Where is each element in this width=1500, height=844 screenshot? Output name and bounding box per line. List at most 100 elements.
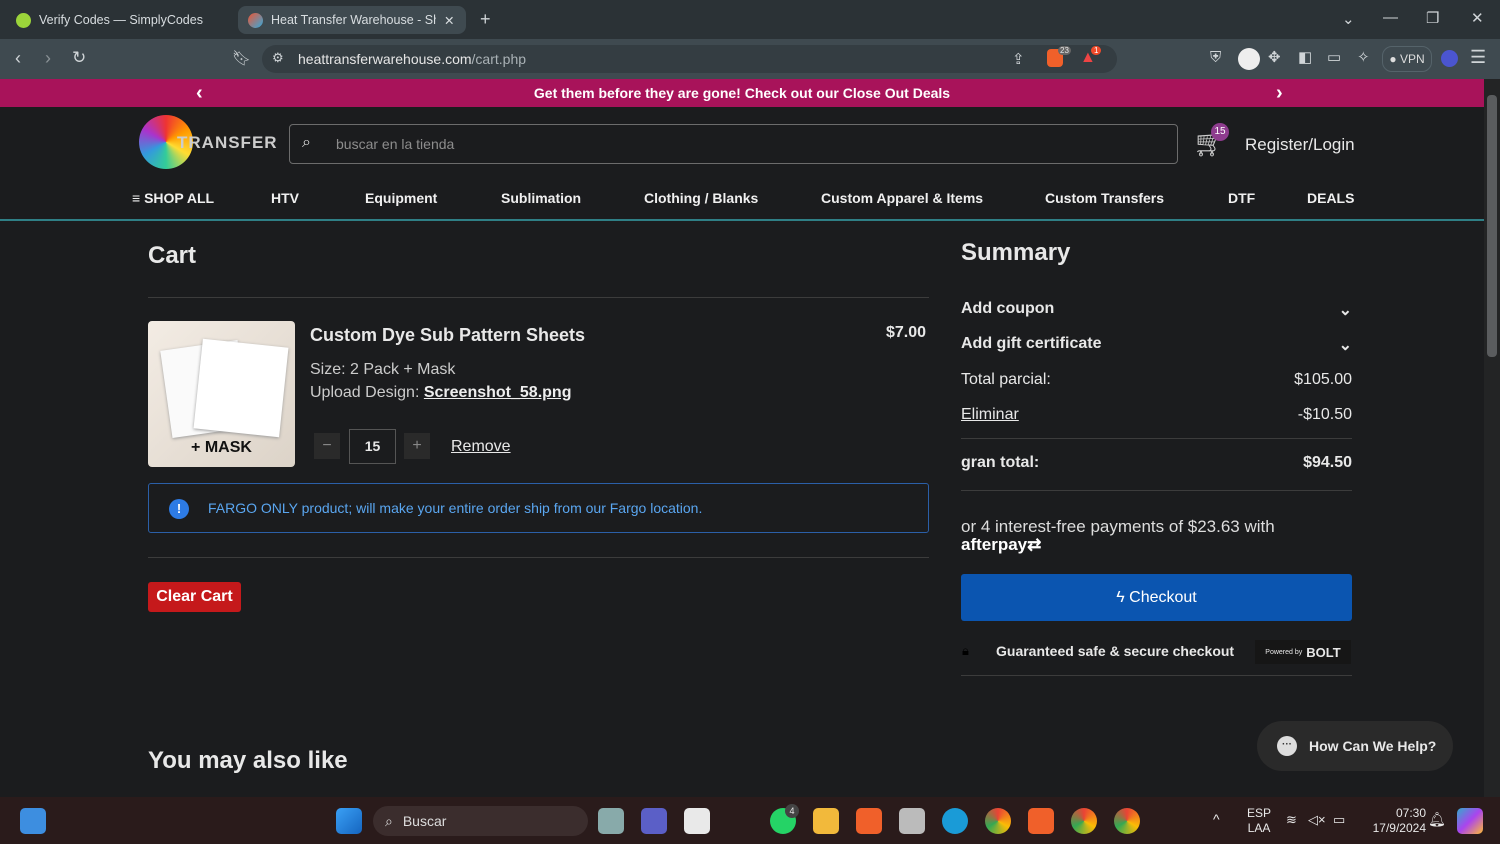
tab-search-chevron-icon[interactable]: ⌄ <box>1342 10 1355 28</box>
product-name[interactable]: Custom Dye Sub Pattern Sheets <box>310 325 585 346</box>
shield-extension-icon[interactable]: ⛨ <box>1210 49 1221 66</box>
chrome-profile-icon[interactable] <box>1071 808 1097 834</box>
info-icon: ! <box>169 499 189 519</box>
nav-shop-all[interactable]: ≡ SHOP ALL <box>132 190 214 206</box>
search-input[interactable]: ⌕ buscar en la tienda <box>289 124 1178 164</box>
mute-icon[interactable]: ◁× <box>1308 812 1326 828</box>
forward-icon[interactable]: › <box>45 48 51 69</box>
calculator-icon[interactable] <box>899 808 925 834</box>
extensions-icon[interactable]: ✥ <box>1268 48 1281 66</box>
tray-chevron-icon[interactable]: ^ <box>1213 811 1220 827</box>
divider <box>148 557 929 558</box>
lang-code: ESP <box>1247 806 1272 820</box>
minimize-icon[interactable]: — <box>1383 9 1398 26</box>
promo-next-icon[interactable]: › <box>1276 79 1283 107</box>
language-indicator[interactable]: ESP LAA <box>1247 806 1271 836</box>
register-login-link[interactable]: Register/Login <box>1245 135 1355 155</box>
total-value: $94.50 <box>1303 454 1352 471</box>
vpn-button[interactable]: ● VPN <box>1382 46 1432 72</box>
promo-banner[interactable]: ‹ Get them before they are gone! Check o… <box>0 79 1484 107</box>
afterpay-logo[interactable]: afterpay⇄ <box>961 535 1041 555</box>
remove-discount-link[interactable]: Eliminar <box>961 406 1019 424</box>
promo-prev-icon[interactable]: ‹ <box>196 79 203 107</box>
product-upload: Upload Design: Screenshot_58.png <box>310 384 571 402</box>
brave-active-icon[interactable] <box>1028 808 1054 834</box>
nav-dtf[interactable]: DTF <box>1228 190 1255 206</box>
clear-cart-button[interactable]: Clear Cart <box>148 582 241 612</box>
site-logo[interactable]: TRANSFER <box>139 115 277 171</box>
upload-label: Upload Design: <box>310 384 420 401</box>
add-coupon-toggle[interactable]: Add coupon ⌄ <box>961 300 1352 320</box>
chevron-down-icon: ⌄ <box>1338 302 1352 319</box>
widgets-icon[interactable] <box>20 808 46 834</box>
notification-bell-icon[interactable]: 🔔︎ <box>1428 811 1446 828</box>
chat-icon: ··· <box>1277 736 1297 756</box>
bolt-logo: BOLT <box>1306 644 1341 660</box>
vpn-label: VPN <box>1399 52 1425 66</box>
search-icon: ⌕ <box>385 812 393 829</box>
promo-text[interactable]: Get them before they are gone! Check out… <box>534 85 950 101</box>
wallet-globe-icon[interactable] <box>1441 50 1458 67</box>
scrollbar-thumb[interactable] <box>1487 95 1497 357</box>
remove-link[interactable]: Remove <box>451 438 511 456</box>
quantity-input[interactable]: 15 <box>349 429 396 464</box>
leo-ai-icon[interactable]: ✧ <box>1357 48 1370 66</box>
copilot-icon[interactable] <box>1457 808 1483 834</box>
profile-extension-icon[interactable] <box>1238 48 1260 70</box>
tab-label: Heat Transfer Warehouse - Sho <box>271 13 436 27</box>
reload-icon[interactable]: ↻ <box>72 48 86 68</box>
coupon-label: Add coupon <box>961 300 1055 317</box>
file-explorer-icon[interactable] <box>813 808 839 834</box>
task-view-icon[interactable] <box>598 808 624 834</box>
sidebar-icon[interactable]: ◧ <box>1298 48 1312 66</box>
chrome-icon[interactable] <box>985 808 1011 834</box>
clock[interactable]: 07:30 17/9/2024 <box>1362 806 1426 836</box>
site-favicon-icon <box>248 12 263 28</box>
upload-file-link[interactable]: Screenshot_58.png <box>424 384 572 401</box>
share-icon[interactable]: ⇪ <box>1012 50 1025 68</box>
new-tab-icon[interactable]: + <box>480 9 491 30</box>
wifi-icon[interactable]: ≋ <box>1286 812 1297 828</box>
nav-custom-apparel[interactable]: Custom Apparel & Items <box>821 190 983 206</box>
nav-custom-transfers[interactable]: Custom Transfers <box>1045 190 1164 206</box>
back-icon[interactable]: ‹ <box>15 48 21 69</box>
nav-equipment[interactable]: Equipment <box>365 190 437 206</box>
date: 17/9/2024 <box>1372 821 1426 835</box>
nav-clothing-blanks[interactable]: Clothing / Blanks <box>644 190 758 206</box>
address-bar[interactable]: ⚙ heattransferwarehouse.com/cart.php ⇪ 2… <box>262 45 1117 73</box>
nav-sublimation[interactable]: Sublimation <box>501 190 581 206</box>
battery-icon[interactable]: ▭ <box>1333 812 1345 828</box>
subtotal-row: Total parcial: $105.00 <box>961 371 1352 389</box>
tab-heat-transfer[interactable]: Heat Transfer Warehouse - Sho ✕ <box>238 6 466 34</box>
powered-by-bolt: Powered by BOLT <box>1255 640 1351 664</box>
checkout-button[interactable]: ϟ Checkout <box>961 574 1352 621</box>
chrome-profile2-icon[interactable] <box>1114 808 1140 834</box>
nav-deals[interactable]: DEALS <box>1307 190 1354 206</box>
total-label: gran total: <box>961 454 1040 471</box>
close-tab-icon[interactable]: ✕ <box>444 13 454 28</box>
teams-icon[interactable] <box>641 808 667 834</box>
quantity-increase-button[interactable]: + <box>404 433 430 459</box>
chat-button[interactable]: ··· How Can We Help? <box>1257 721 1453 771</box>
nav-htv[interactable]: HTV <box>271 190 299 206</box>
edge-icon[interactable] <box>942 808 968 834</box>
tab-label: Verify Codes — SimplyCodes <box>39 13 203 27</box>
wallet-icon[interactable]: ▭ <box>1327 48 1341 66</box>
menu-icon[interactable]: ☰ <box>1470 47 1486 68</box>
tab-verify-codes[interactable]: Verify Codes — SimplyCodes <box>6 6 231 34</box>
taskbar-search[interactable]: ⌕ Buscar <box>373 806 588 836</box>
product-image[interactable]: + MASK <box>148 321 295 467</box>
brave-icon[interactable] <box>856 808 882 834</box>
close-window-icon[interactable]: ✕ <box>1471 9 1484 27</box>
start-icon[interactable] <box>336 808 362 834</box>
quantity-decrease-button[interactable]: − <box>314 433 340 459</box>
add-gift-toggle[interactable]: Add gift certificate ⌄ <box>961 335 1352 355</box>
afterpay-text: or 4 interest-free payments of $23.63 wi… <box>961 517 1275 536</box>
restore-icon[interactable]: ❐ <box>1426 9 1439 27</box>
store-icon[interactable] <box>684 808 710 834</box>
brave-count-badge: 23 <box>1058 46 1071 55</box>
gift-label: Add gift certificate <box>961 335 1102 352</box>
divider <box>148 297 929 298</box>
site-settings-icon[interactable]: ⚙ <box>272 50 284 66</box>
bookmark-icon[interactable]: 🔖︎ <box>232 49 251 67</box>
